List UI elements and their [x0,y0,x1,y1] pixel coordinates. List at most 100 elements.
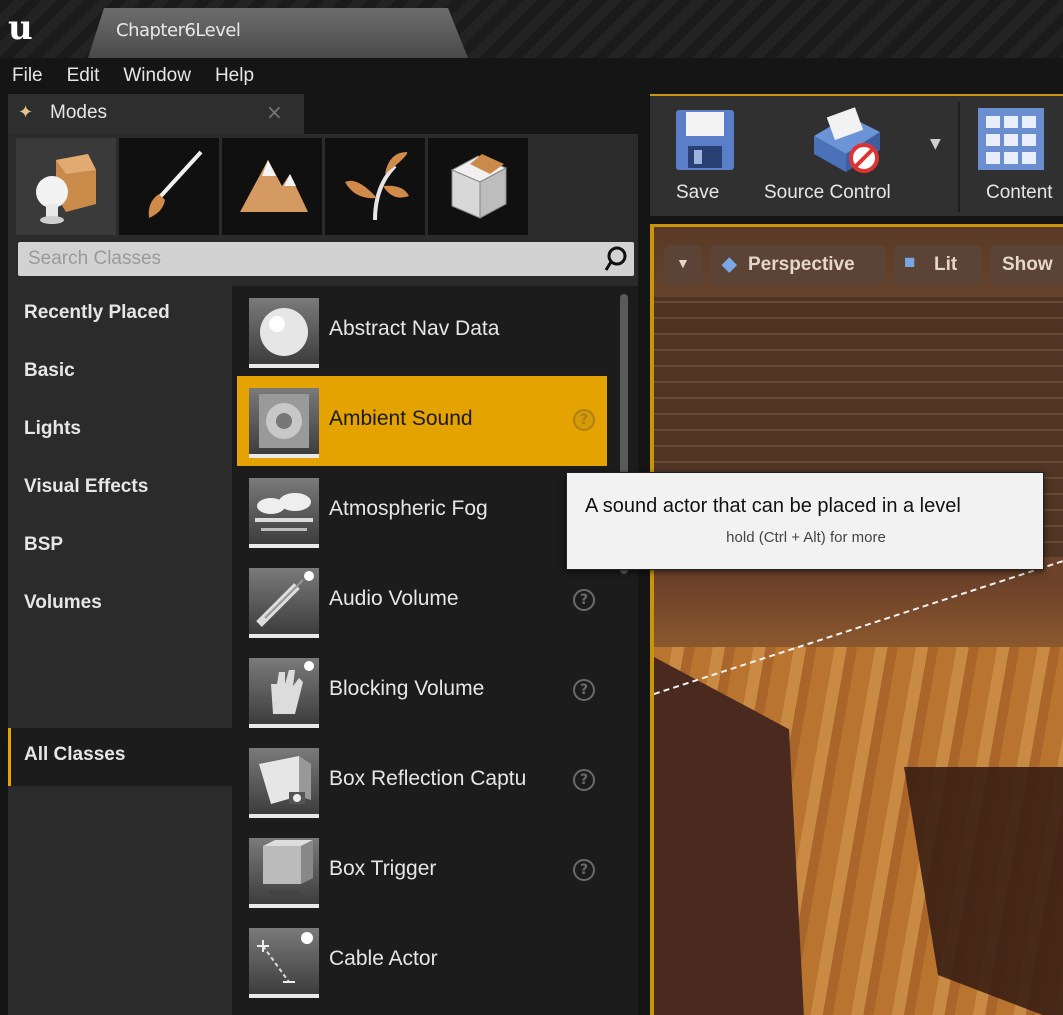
geometry-edit-mode-icon [450,154,508,219]
reflection-capture-icon [249,748,319,818]
menu-help[interactable]: Help [203,65,266,87]
foliage-mode-button[interactable] [325,138,425,235]
perspective-icon: ◆ [722,254,737,275]
viewport-options-button[interactable]: ▼ [664,245,702,285]
modes-tab[interactable]: ✦ Modes × [8,94,304,134]
class-tooltip: A sound actor that can be placed in a le… [566,472,1044,570]
class-item-audio-volume[interactable]: Audio Volume ? [237,556,607,646]
category-label: Visual Effects [24,476,149,497]
class-item-abstract-nav-data[interactable]: Abstract Nav Data [237,286,607,376]
audio-volume-icon [249,568,319,638]
paint-mode-icon [148,150,203,218]
landscape-mode-icon [240,160,308,212]
viewport-controls: ▼ ◆ Perspective ■ Lit Show [664,245,1063,285]
lit-icon: ■ [904,252,916,273]
category-recently-placed[interactable]: Recently Placed [8,286,232,344]
fog-icon [249,478,319,548]
sphere-icon [249,298,319,368]
class-item-box-trigger[interactable]: Box Trigger ? [237,826,607,916]
lit-button[interactable]: ■ Lit [894,245,982,285]
source-control-label: Source Control [764,182,891,203]
modes-panel: ✦ Modes × Search Classes Recently Placed… [8,94,638,1015]
category-visual-effects[interactable]: Visual Effects [8,460,232,518]
class-label: Box Reflection Captu [329,767,527,790]
menu-file[interactable]: File [0,65,55,87]
search-classes-input[interactable]: Search Classes [18,242,634,276]
level-tab-label: Chapter6Level [116,20,241,41]
category-list: Recently Placed Basic Lights Visual Effe… [8,286,232,1015]
title-bar: u Chapter6Level [0,0,1063,58]
foliage-mode-icon [345,152,409,221]
source-control-button[interactable]: ▼ Source Control [756,96,956,216]
category-lights[interactable]: Lights [8,402,232,460]
level-viewport[interactable]: ▼ ◆ Perspective ■ Lit Show [650,224,1063,1015]
paint-mode-button[interactable] [119,138,219,235]
level-tab[interactable]: Chapter6Level [88,8,468,58]
class-list: Abstract Nav Data Ambient Sound ? Atmosp… [232,286,638,1015]
modes-tab-title: Modes [50,102,108,123]
main-toolbar: Save ▼ Source Control Content [650,94,1063,216]
toolbar-separator [958,102,960,212]
chevron-down-icon[interactable]: ▼ [930,136,941,152]
perspective-label: Perspective [748,254,855,275]
class-label: Atmospheric Fog [329,497,488,520]
speaker-icon [249,388,319,458]
modes-icon: ✦ [18,102,34,123]
class-item-blocking-volume[interactable]: Blocking Volume ? [237,646,607,736]
place-mode-icon [36,154,96,224]
lit-label: Lit [934,254,958,275]
class-item-atmospheric-fog[interactable]: Atmospheric Fog [237,466,607,556]
class-label: Audio Volume [329,587,459,610]
place-mode-button[interactable] [16,138,116,235]
show-button[interactable]: Show [990,245,1063,285]
class-label: Cable Actor [329,947,438,970]
menu-edit[interactable]: Edit [55,65,112,87]
help-icon[interactable]: ? [573,409,595,431]
category-label: Volumes [24,592,102,613]
help-icon[interactable]: ? [573,859,595,881]
content-button[interactable]: Content [962,96,1063,216]
search-placeholder: Search Classes [28,248,162,269]
landscape-mode-button[interactable] [222,138,322,235]
save-button[interactable]: Save [650,96,754,216]
search-icon[interactable] [604,246,628,272]
content-browser-icon [978,108,1044,170]
menu-window[interactable]: Window [111,65,203,87]
category-volumes[interactable]: Volumes [8,576,232,634]
class-label: Abstract Nav Data [329,317,500,340]
category-label: BSP [24,534,64,555]
class-label: Ambient Sound [329,407,473,430]
tooltip-hint: hold (Ctrl + Alt) for more [726,529,886,546]
class-item-ambient-sound[interactable]: Ambient Sound ? [237,376,607,466]
content-label: Content [986,182,1053,203]
tooltip-text: A sound actor that can be placed in a le… [585,495,961,517]
mode-buttons [16,138,531,235]
class-item-cable-actor[interactable]: Cable Actor [237,916,607,1006]
save-icon [676,110,734,170]
class-label: Box Trigger [329,857,437,880]
geometry-edit-mode-button[interactable] [428,138,528,235]
hand-icon [249,658,319,728]
modes-tab-row: ✦ Modes × [8,94,638,134]
box-trigger-icon [249,838,319,908]
category-label: All Classes [24,744,126,765]
category-label: Basic [24,360,75,381]
save-label: Save [676,182,720,203]
source-control-icon [814,107,880,173]
cable-actor-icon [249,928,319,998]
category-label: Recently Placed [24,302,170,323]
close-icon[interactable]: × [266,100,283,124]
help-icon[interactable]: ? [573,589,595,611]
show-label: Show [1002,254,1053,275]
class-label: Blocking Volume [329,677,485,700]
unreal-logo-icon[interactable]: u [8,6,48,52]
help-icon[interactable]: ? [573,769,595,791]
help-icon[interactable]: ? [573,679,595,701]
menu-bar: File Edit Window Help [0,58,1063,94]
category-label: Lights [24,418,81,439]
category-all-classes[interactable]: All Classes [8,728,232,786]
category-basic[interactable]: Basic [8,344,232,402]
perspective-button[interactable]: ◆ Perspective [710,245,886,285]
category-bsp[interactable]: BSP [8,518,232,576]
class-item-box-reflection-capture[interactable]: Box Reflection Captu ? [237,736,607,826]
